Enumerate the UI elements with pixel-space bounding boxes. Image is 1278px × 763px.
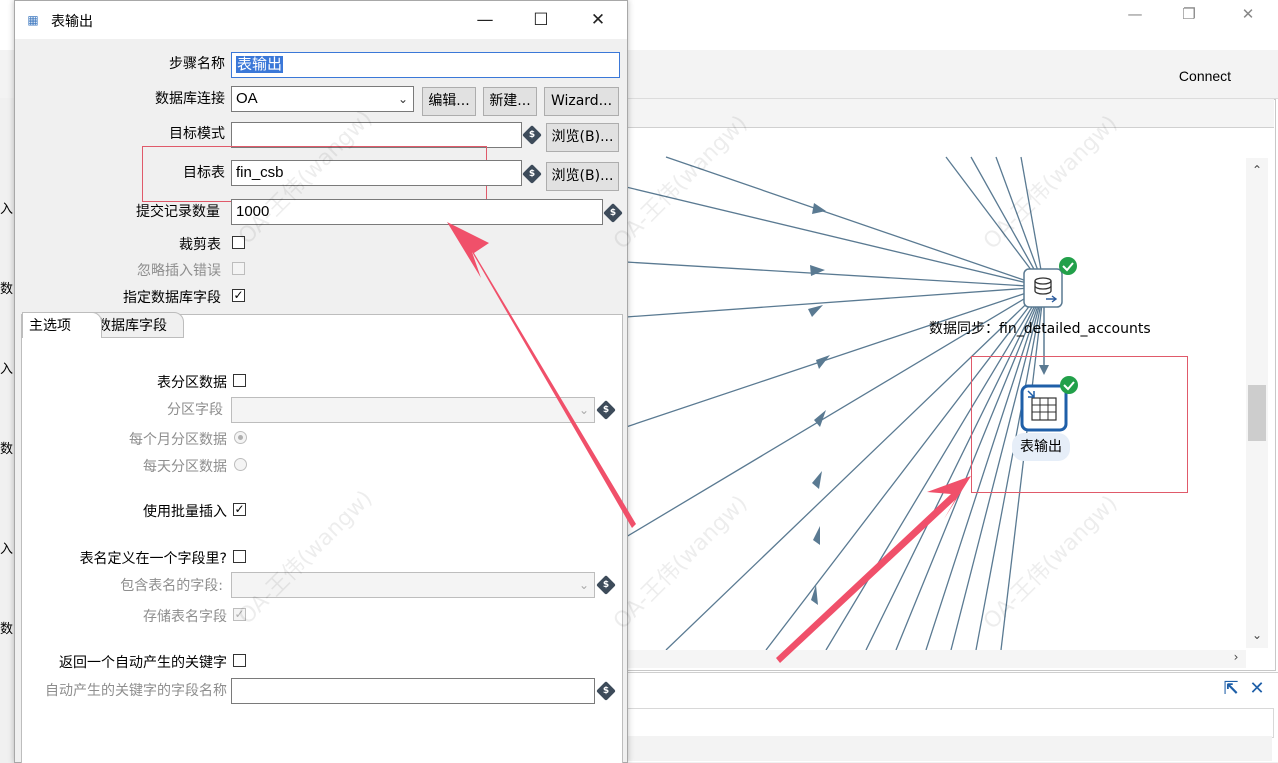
db-connection-value: OA (236, 90, 258, 107)
return-key-label: 返回一个自动产生的关键字 (59, 655, 227, 671)
maximize-panel-icon[interactable]: ⇱ (1220, 678, 1242, 700)
key-field-label: 自动产生的关键字的字段名称 (45, 683, 227, 699)
chevron-down-icon: ⌄ (397, 92, 408, 106)
return-key-checkbox[interactable] (233, 654, 246, 667)
left-strip-text: 入 (0, 362, 14, 377)
scroll-down-icon[interactable]: ⌄ (1247, 628, 1267, 642)
step-name-label: 步骤名称 (169, 56, 225, 72)
close-icon[interactable]: ✕ (578, 7, 618, 33)
left-strip-text: 入 (0, 202, 14, 217)
store-table-name-label: 存储表名字段 (143, 609, 227, 625)
truncate-checkbox[interactable] (232, 236, 245, 249)
truncate-label: 裁剪表 (179, 237, 221, 253)
scroll-up-icon[interactable]: ⌃ (1247, 163, 1267, 177)
db-connection-label: 数据库连接 (155, 91, 225, 107)
ignore-errors-label: 忽略插入错误 (137, 263, 221, 279)
sync-step-label: 数据同步：fin_detailed_accounts (929, 321, 1151, 337)
dialog-titlebar[interactable]: ▦ 表输出 — ☐ ✕ (15, 1, 627, 39)
batch-insert-label: 使用批量插入 (143, 504, 227, 520)
main-restore-icon[interactable]: ❐ (1174, 4, 1204, 24)
variable-icon: $ (603, 203, 623, 223)
specify-fields-checkbox[interactable]: ✓ (232, 289, 245, 302)
table-in-field-checkbox[interactable] (233, 550, 246, 563)
wizard-button[interactable]: Wizard... (544, 87, 619, 116)
target-table-input[interactable]: fin_csb (231, 160, 522, 186)
main-minimize-icon[interactable]: — (1120, 4, 1150, 24)
connect-button[interactable]: Connect (1160, 64, 1250, 88)
bottom-panel-body (626, 736, 1272, 761)
monthly-partition-label: 每个月分区数据 (129, 432, 227, 448)
maximize-icon[interactable]: ☐ (521, 7, 561, 33)
store-table-name-checkbox: ✓ (233, 607, 246, 621)
key-field-input[interactable] (231, 678, 595, 704)
step-name-input[interactable]: 表输出 (231, 52, 620, 78)
chevron-down-icon: ⌄ (578, 578, 589, 592)
variable-icon: $ (596, 681, 616, 701)
new-connection-button[interactable]: 新建... (483, 87, 537, 116)
bottom-panel-header (626, 708, 1274, 738)
dialog-title: 表输出 (51, 14, 93, 30)
variable-icon: $ (596, 575, 616, 595)
main-close-icon[interactable]: ✕ (1233, 4, 1263, 24)
step-name-value: 表输出 (236, 56, 284, 73)
canvas-tabstrip (626, 99, 1274, 128)
scroll-right-icon[interactable]: › (1226, 650, 1246, 664)
left-strip-text: 数 (0, 282, 14, 297)
daily-partition-label: 每天分区数据 (143, 459, 227, 475)
target-schema-label: 目标模式 (169, 126, 225, 142)
minimize-icon[interactable]: — (465, 7, 505, 33)
tab-main-options[interactable]: 主选项 (22, 312, 102, 338)
commit-size-label: 提交记录数量 (136, 204, 220, 220)
edit-connection-button[interactable]: 编辑... (422, 87, 476, 116)
ignore-errors-checkbox (232, 262, 245, 275)
left-side-strip: 入 数 入 数 入 数 (0, 98, 15, 761)
table-name-field-label: 包含表名的字段: (120, 578, 223, 594)
table-in-field-label: 表名定义在一个字段里? (79, 551, 227, 567)
canvas-horizontal-scrollbar[interactable] (626, 650, 1246, 668)
tab-database-fields[interactable]: 数据库字段 (90, 312, 184, 338)
variable-icon: $ (596, 400, 616, 420)
monthly-partition-radio (234, 431, 247, 444)
variable-icon: $ (522, 125, 542, 145)
partition-label: 表分区数据 (157, 375, 227, 391)
left-strip-text: 数 (0, 442, 14, 457)
browse-table-button[interactable]: 浏览(B)... (546, 162, 619, 191)
left-strip-text: 入 (0, 542, 14, 557)
specify-fields-label: 指定数据库字段 (123, 290, 221, 306)
partition-field-label: 分区字段 (167, 402, 223, 418)
table-icon: ▦ (27, 13, 39, 27)
browse-schema-button[interactable]: 浏览(B)... (546, 123, 619, 152)
variable-icon: $ (522, 164, 542, 184)
commit-size-input[interactable]: 1000 (231, 199, 603, 225)
daily-partition-radio (234, 458, 247, 471)
table-output-dialog: ▦ 表输出 — ☐ ✕ 步骤名称 表输出 数据库连接 OA ⌄ 编辑... 新建.… (14, 0, 628, 763)
target-table-label: 目标表 (183, 165, 225, 181)
batch-insert-checkbox[interactable]: ✓ (233, 503, 246, 516)
output-step-highlight (971, 356, 1188, 493)
chevron-down-icon: ⌄ (578, 403, 589, 417)
close-panel-icon[interactable]: ✕ (1246, 678, 1268, 700)
left-strip-text: 数 (0, 622, 14, 637)
table-name-field-select: ⌄ (231, 572, 595, 598)
partition-checkbox[interactable] (233, 374, 246, 387)
partition-field-select: ⌄ (231, 397, 595, 423)
canvas-vertical-scroll-thumb[interactable] (1248, 385, 1266, 441)
db-connection-select[interactable]: OA ⌄ (231, 86, 414, 112)
target-schema-input[interactable] (231, 122, 522, 148)
